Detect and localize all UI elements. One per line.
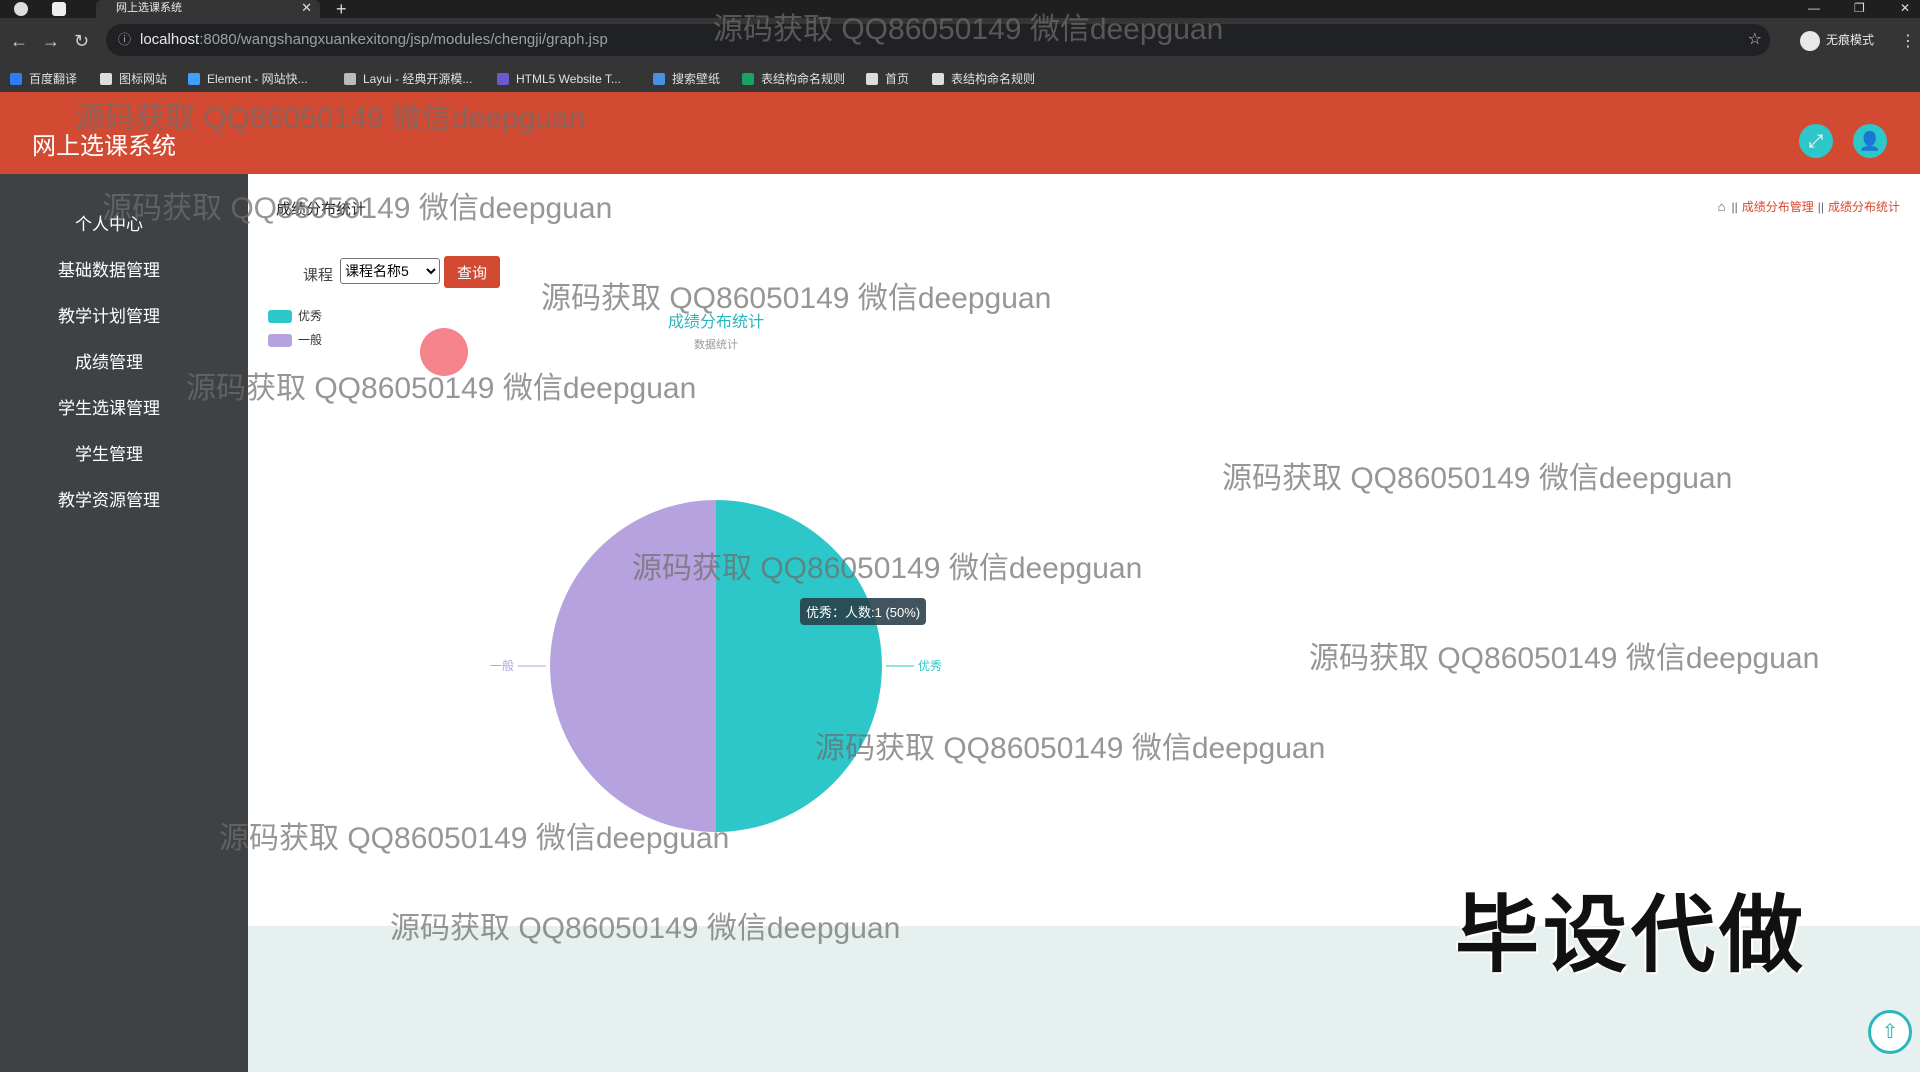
watermark: 源码获取 QQ86050149 微信deepguan [186, 372, 697, 405]
bookmark-item[interactable]: 搜索壁纸 [653, 66, 720, 92]
pie-label: 一般 [490, 658, 514, 673]
bookmark-item[interactable]: 首页 [866, 66, 909, 92]
bookmark-icon [932, 72, 944, 85]
watermark: 源码获取 QQ86050149 微信deepguan [632, 552, 1143, 585]
browser-tab[interactable]: 网上选课系统 ✕ [96, 0, 320, 18]
url-host: localhost [140, 31, 200, 48]
bookmark-label: 首页 [885, 72, 910, 86]
watermark: 源码获取 QQ86050149 微信deepguan [713, 13, 1224, 46]
back-arrow-icon[interactable]: ← [10, 31, 28, 52]
bookmark-item[interactable]: Layui - 经典开源模... [344, 66, 472, 92]
bookmarks-bar: 百度翻译 图标网站 Element - 网站快... Layui - 经典开源模...… [0, 66, 1920, 92]
bookmark-label: HTML5 Website T... [516, 72, 621, 86]
sidebar-item-students[interactable]: 学生管理 [0, 440, 218, 465]
fullscreen-icon[interactable]: ⤢ [1799, 124, 1833, 158]
bookmark-icon [344, 72, 356, 85]
bookmark-item[interactable]: 表结构命名规则 [742, 66, 845, 92]
sidebar: 个人中心 基础数据管理 教学计划管理 成绩管理 学生选课管理 学生管理 教学资源… [0, 174, 248, 1072]
pie-label: 优秀 [918, 659, 942, 673]
bookmark-icon [742, 72, 754, 85]
bookmark-icon [497, 72, 509, 85]
bookmark-label: 表结构命名规则 [951, 72, 1036, 86]
window-icon [52, 2, 66, 16]
sidebar-item-teaching-resources[interactable]: 教学资源管理 [0, 486, 218, 511]
watermark: 源码获取 QQ86050149 微信deepguan [815, 732, 1326, 765]
bookmark-icon [866, 72, 878, 85]
window-close-icon[interactable]: ✕ [1900, 0, 1910, 16]
reload-icon[interactable]: ↻ [74, 31, 89, 52]
bookmark-item[interactable]: 表结构命名规则 [932, 66, 1035, 92]
bookmark-icon [653, 72, 665, 85]
tab-close-icon[interactable]: ✕ [301, 0, 312, 16]
browser-tab-title: 网上选课系统 [116, 2, 182, 14]
bookmark-label: 表结构命名规则 [761, 72, 846, 86]
promo-stamp: 毕设代做 [1455, 888, 1808, 982]
bookmark-item[interactable]: Element - 网站快... [188, 66, 308, 92]
watermark: 源码获取 QQ86050149 微信deepguan [390, 912, 901, 945]
site-info-icon[interactable]: ⓘ [118, 24, 131, 56]
incognito-icon [1800, 30, 1820, 51]
watermark: 源码获取 QQ86050149 微信deepguan [219, 822, 730, 855]
browser-logo-icon [14, 2, 28, 16]
watermark: 源码获取 QQ86050149 微信deepguan [102, 192, 613, 225]
bookmark-label: Element - 网站快... [207, 72, 308, 86]
bookmark-label: Layui - 经典开源模... [363, 72, 473, 86]
incognito-profile[interactable]: 无痕模式 [1800, 30, 1874, 51]
minimize-icon[interactable]: — [1808, 0, 1820, 16]
user-icon[interactable]: 👤 [1853, 124, 1887, 158]
chart-tooltip: 优秀：人数:1 (50%) [800, 598, 927, 625]
bookmark-icon [100, 72, 112, 85]
sidebar-item-basic-data[interactable]: 基础数据管理 [0, 256, 218, 281]
bookmark-icon [10, 72, 22, 85]
bookmark-item[interactable]: 百度翻译 [10, 66, 77, 92]
watermark: 源码获取 QQ86050149 微信deepguan [541, 282, 1052, 315]
bookmark-item[interactable]: HTML5 Website T... [497, 66, 621, 92]
bookmark-item[interactable]: 图标网站 [100, 66, 167, 92]
new-tab-icon[interactable]: + [336, 0, 347, 20]
bookmark-label: 百度翻译 [29, 72, 78, 86]
browser-menu-icon[interactable]: ⋮ [1900, 31, 1916, 51]
bookmark-label: 搜索壁纸 [672, 72, 721, 86]
restore-icon[interactable]: ❐ [1854, 0, 1865, 16]
sidebar-item-teaching-plan[interactable]: 教学计划管理 [0, 302, 218, 327]
bookmark-star-icon[interactable]: ☆ [1748, 24, 1762, 56]
forward-arrow-icon[interactable]: → [42, 31, 60, 52]
back-to-top-icon[interactable]: ⇧ [1868, 1010, 1912, 1054]
url-path: :8080/wangshangxuankexitong/jsp/modules/… [199, 31, 608, 48]
bookmark-icon [188, 72, 200, 85]
profile-label: 无痕模式 [1826, 33, 1875, 47]
watermark: 源码获取 QQ86050149 微信deepguan [1222, 462, 1733, 495]
bookmark-label: 图标网站 [119, 72, 168, 86]
watermark: 源码获取 QQ86050149 微信deepguan [75, 102, 586, 135]
watermark: 源码获取 QQ86050149 微信deepguan [1309, 642, 1820, 675]
